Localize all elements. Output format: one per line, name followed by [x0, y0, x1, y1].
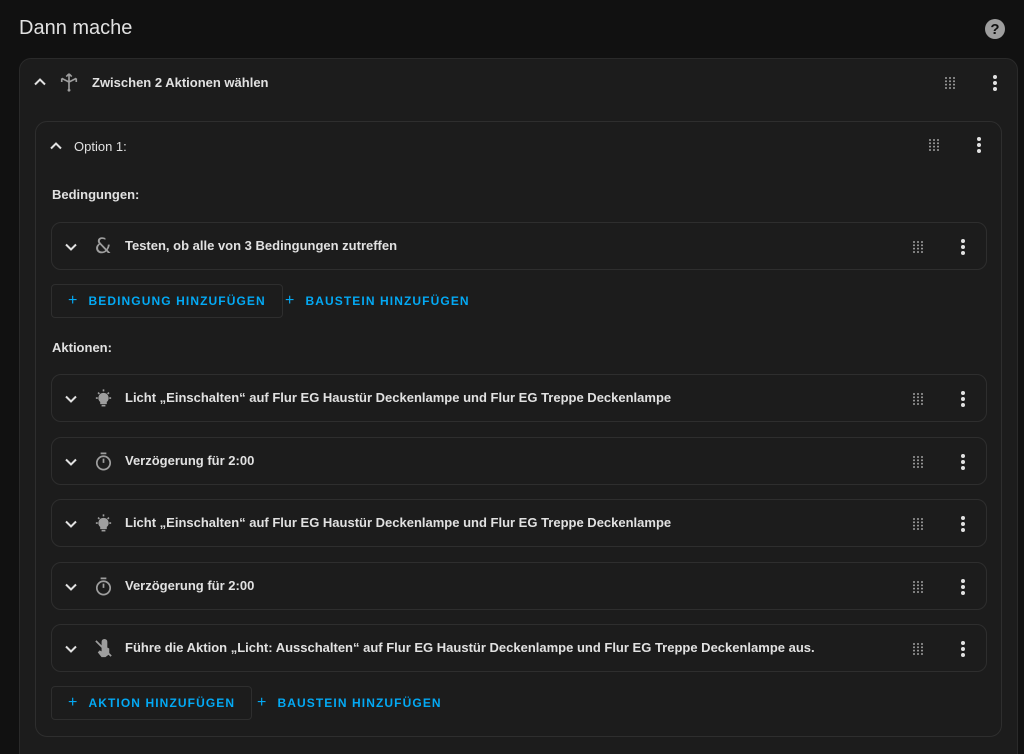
choose-action-header[interactable]: Zwischen 2 Aktionen wählen [28, 70, 269, 94]
action-text: Führe die Aktion „Licht: Ausschalten“ au… [125, 640, 815, 655]
ampersand-icon: & [94, 234, 112, 258]
add-condition-button[interactable]: + BEDINGUNG HINZUFÜGEN [51, 284, 283, 318]
action-row[interactable]: Führe die Aktion „Licht: Ausschalten“ au… [51, 624, 987, 672]
choose-action-card: Zwischen 2 Aktionen wählen Option 1: Bed… [19, 58, 1018, 754]
plus-icon: + [68, 694, 79, 711]
more-vert-icon[interactable] [951, 450, 975, 474]
add-building-block-button[interactable]: + BAUSTEIN HINZUFÜGEN [269, 284, 486, 318]
add-condition-label: BEDINGUNG HINZUFÜGEN [88, 294, 266, 308]
drag-handle-icon[interactable] [924, 135, 944, 155]
chevron-up-icon[interactable] [28, 70, 52, 94]
drag-handle-icon[interactable] [908, 389, 928, 409]
action-text: Licht „Einschalten“ auf Flur EG Haustür … [125, 515, 672, 530]
gesture-tap-icon [92, 637, 114, 659]
plus-icon: + [285, 292, 296, 309]
drag-handle-icon[interactable] [940, 73, 960, 93]
drag-handle-icon[interactable] [908, 514, 928, 534]
drag-handle-icon[interactable] [908, 237, 928, 257]
plus-icon: + [68, 292, 79, 309]
page-title: Dann mache [19, 17, 133, 39]
add-action-button[interactable]: + AKTION HINZUFÜGEN [51, 686, 253, 720]
arrow-split-icon [58, 71, 80, 93]
choose-action-label: Zwischen 2 Aktionen wählen [92, 74, 269, 90]
help-icon[interactable]: ? [985, 19, 1005, 39]
condition-text: Testen, ob alle von 3 Bedingungen zutref… [125, 238, 398, 253]
chevron-down-icon[interactable] [59, 387, 83, 411]
actions-heading: Aktionen: [52, 340, 112, 355]
drag-handle-icon[interactable] [908, 577, 928, 597]
drag-handle-icon[interactable] [908, 452, 928, 472]
chevron-down-icon[interactable] [59, 512, 83, 536]
action-row[interactable]: Licht „Einschalten“ auf Flur EG Haustür … [51, 499, 987, 547]
more-vert-icon[interactable] [967, 133, 991, 157]
lightbulb-on-icon [92, 512, 114, 534]
more-vert-icon[interactable] [951, 512, 975, 536]
more-vert-icon[interactable] [951, 235, 975, 259]
chevron-down-icon[interactable] [59, 637, 83, 661]
action-row[interactable]: Verzögerung für 2:00 [51, 437, 987, 485]
conditions-heading: Bedingungen: [52, 187, 140, 202]
action-row[interactable]: Verzögerung für 2:00 [51, 562, 987, 610]
more-vert-icon[interactable] [983, 71, 1007, 95]
more-vert-icon[interactable] [951, 575, 975, 599]
option-card: Option 1: Bedingungen: & Testen, ob alle… [35, 121, 1002, 737]
chevron-up-icon[interactable] [44, 134, 68, 158]
option-header[interactable]: Option 1: [44, 134, 127, 158]
timer-icon [92, 450, 114, 472]
add-action-label: AKTION HINZUFÜGEN [88, 696, 236, 710]
action-text: Verzögerung für 2:00 [125, 453, 255, 468]
more-vert-icon[interactable] [951, 637, 975, 661]
action-text: Licht „Einschalten“ auf Flur EG Haustür … [125, 390, 672, 405]
chevron-down-icon[interactable] [59, 450, 83, 474]
condition-row[interactable]: & Testen, ob alle von 3 Bedingungen zutr… [51, 222, 987, 270]
chevron-down-icon[interactable] [59, 235, 83, 259]
timer-icon [92, 575, 114, 597]
add-building-block-button[interactable]: + BAUSTEIN HINZUFÜGEN [241, 686, 458, 720]
option-label: Option 1: [74, 138, 127, 154]
lightbulb-on-icon [92, 387, 114, 409]
plus-icon: + [257, 694, 268, 711]
chevron-down-icon[interactable] [59, 575, 83, 599]
add-building-block-label: BAUSTEIN HINZUFÜGEN [305, 294, 470, 308]
add-building-block-label: BAUSTEIN HINZUFÜGEN [277, 696, 442, 710]
more-vert-icon[interactable] [951, 387, 975, 411]
action-text: Verzögerung für 2:00 [125, 578, 255, 593]
action-row[interactable]: Licht „Einschalten“ auf Flur EG Haustür … [51, 374, 987, 422]
drag-handle-icon[interactable] [908, 639, 928, 659]
